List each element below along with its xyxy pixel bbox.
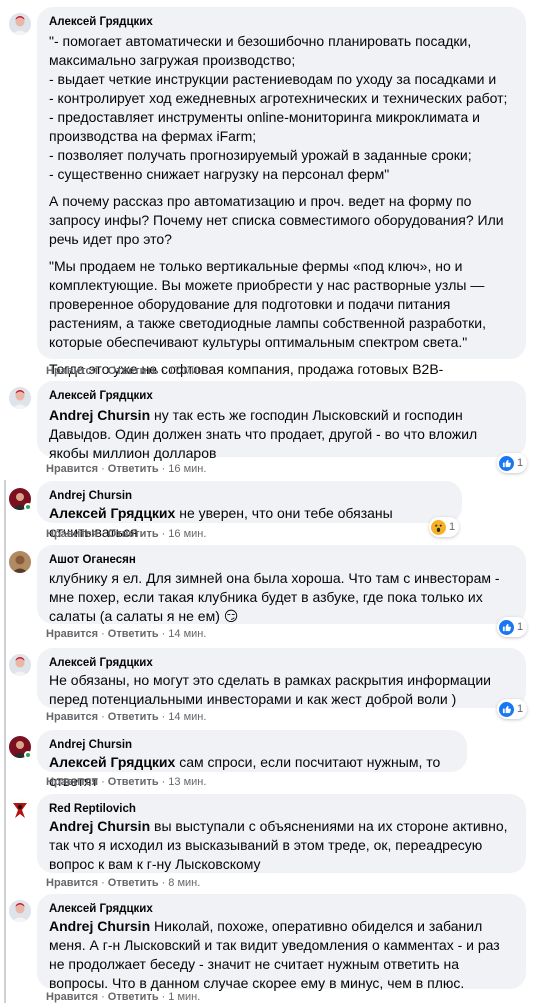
comment-author[interactable]: Andrej Chursin (49, 737, 455, 753)
avatar-alexey-icon (9, 13, 31, 35)
comment-time[interactable]: 17 мин. (168, 365, 206, 377)
reaction-summary[interactable]: 1 (497, 617, 528, 637)
comment-paragraph: "- помогает автоматически и безошибочно … (49, 33, 508, 182)
reaction-count: 1 (517, 703, 524, 715)
avatar[interactable] (9, 13, 31, 35)
like-link[interactable]: Нравится (46, 877, 98, 889)
reaction-summary[interactable]: 1 (429, 517, 460, 537)
comment-text: клубнику я ел. Для зимней она была хорош… (49, 569, 514, 626)
like-link[interactable]: Нравится (46, 463, 98, 475)
comment-author[interactable]: Алексей Грядцких (49, 388, 514, 404)
comment-text: "- помогает автоматически и безошибочно … (49, 32, 514, 398)
comment-author[interactable]: Andrej Chursin (49, 488, 450, 504)
like-link[interactable]: Нравится (46, 776, 98, 788)
reply-link[interactable]: Ответить (108, 365, 159, 377)
reply-link[interactable]: Ответить (108, 711, 159, 723)
comment-bubble: Ашот Оганесян клубнику я ел. Для зимней … (37, 545, 526, 624)
reaction-count: 1 (449, 521, 456, 533)
like-link[interactable]: Нравится (46, 991, 98, 1003)
comment-bubble: Алексей Грядцких "- помогает автоматичес… (37, 7, 526, 396)
comment-actions: Нравится · Ответить · 1 мин. (46, 991, 201, 1003)
comment-bubble: Andrej Chursin Алексей Грядцких не увере… (37, 481, 462, 540)
avatar[interactable] (9, 799, 31, 821)
like-link[interactable]: Нравится (46, 365, 98, 377)
comment-time[interactable]: 1 мин. (168, 991, 200, 1003)
thread-line (4, 480, 6, 1003)
comment-author[interactable]: Алексей Грядцких (49, 901, 514, 917)
wow-icon (431, 519, 446, 535)
reaction-summary[interactable]: 1 (497, 453, 528, 473)
comment-bubble: Andrej Chursin Алексей Грядцких сам спро… (37, 730, 467, 789)
like-icon (499, 619, 514, 635)
comment-time[interactable]: 14 мин. (168, 711, 206, 723)
comment-actions: Нравится · Ответить · 17 мин. (46, 365, 207, 377)
comment-time[interactable]: 8 мин. (168, 877, 200, 889)
like-icon (499, 701, 514, 717)
comment-bubble: Алексей Грядцких Не обязаны, но могут эт… (37, 648, 526, 708)
comment-actions: Нравится · Ответить · 14 мин. (46, 711, 207, 723)
comment-text: Andrej Chursin ну так есть же господин Л… (49, 406, 514, 463)
comment-bubble: Алексей Грядцких Andrej Chursin ну так е… (37, 381, 526, 461)
reply-link[interactable]: Ответить (108, 877, 159, 889)
avatar-alexey-icon (9, 900, 31, 922)
avatar[interactable] (9, 900, 31, 922)
comment-text: Andrej Chursin Николай, похоже, оператив… (49, 917, 514, 993)
reply-link[interactable]: Ответить (108, 628, 159, 640)
avatar[interactable] (9, 387, 31, 409)
comment-bubble: Red Reptilovich Andrej Chursin вы выступ… (37, 794, 526, 873)
comment-time[interactable]: 14 мин. (168, 628, 206, 640)
comment-text: Andrej Chursin вы выступали с объяснения… (49, 817, 514, 874)
mention-link[interactable]: Andrej Chursin (49, 818, 150, 834)
avatar[interactable] (9, 654, 31, 676)
comment-paragraph: "Мы продаем не только вертикальные фермы… (49, 258, 486, 350)
comment-author[interactable]: Алексей Грядцких (49, 655, 514, 671)
reaction-count: 1 (517, 621, 524, 633)
comment-actions: Нравится · Ответить · 14 мин. (46, 628, 207, 640)
comment-author[interactable]: Алексей Грядцких (49, 14, 514, 30)
reply-link[interactable]: Ответить (108, 528, 159, 540)
avatar-ashot-icon (9, 551, 31, 573)
comment-actions: Нравится · Ответить · 16 мин. (46, 528, 207, 540)
mention-link[interactable]: Алексей Грядцких (49, 505, 175, 521)
comment-time[interactable]: 13 мин. (168, 776, 206, 788)
comment-author[interactable]: Red Reptilovich (49, 801, 514, 817)
avatar-red-icon (9, 799, 31, 821)
comment-bubble: Алексей Грядцких Andrej Chursin Николай,… (37, 894, 526, 991)
like-link[interactable]: Нравится (46, 628, 98, 640)
mention-link[interactable]: Andrej Chursin (49, 407, 150, 423)
like-link[interactable]: Нравится (46, 711, 98, 723)
avatar-alexey-icon (9, 387, 31, 409)
online-indicator (24, 751, 32, 759)
reply-link[interactable]: Ответить (108, 991, 159, 1003)
avatar-alexey-icon (9, 654, 31, 676)
reaction-count: 1 (517, 457, 524, 469)
like-link[interactable]: Нравится (46, 528, 98, 540)
online-indicator (24, 503, 32, 511)
comment-author[interactable]: Ашот Оганесян (49, 552, 514, 568)
comment-body: клубнику я ел. Для зимней она была хорош… (49, 570, 500, 624)
comment-paragraph: А почему рассказ про автоматизацию и про… (49, 193, 504, 247)
comment-text: Не обязаны, но могут это сделать в рамка… (49, 671, 514, 709)
mention-link[interactable]: Andrej Chursin (49, 918, 150, 934)
comment-body: Не обязаны, но могут это сделать в рамка… (49, 672, 491, 707)
comment-time[interactable]: 16 мин. (168, 463, 206, 475)
reply-link[interactable]: Ответить (108, 776, 159, 788)
mention-link[interactable]: Алексей Грядцких (49, 754, 175, 770)
comment-actions: Нравится · Ответить · 16 мин. (46, 463, 207, 475)
reaction-summary[interactable]: 1 (497, 699, 528, 719)
reply-link[interactable]: Ответить (108, 463, 159, 475)
avatar[interactable] (9, 551, 31, 573)
comment-time[interactable]: 16 мин. (168, 528, 206, 540)
like-icon (499, 455, 514, 471)
comment-actions: Нравится · Ответить · 8 мин. (46, 877, 201, 889)
comment-actions: Нравится · Ответить · 13 мин. (46, 776, 207, 788)
